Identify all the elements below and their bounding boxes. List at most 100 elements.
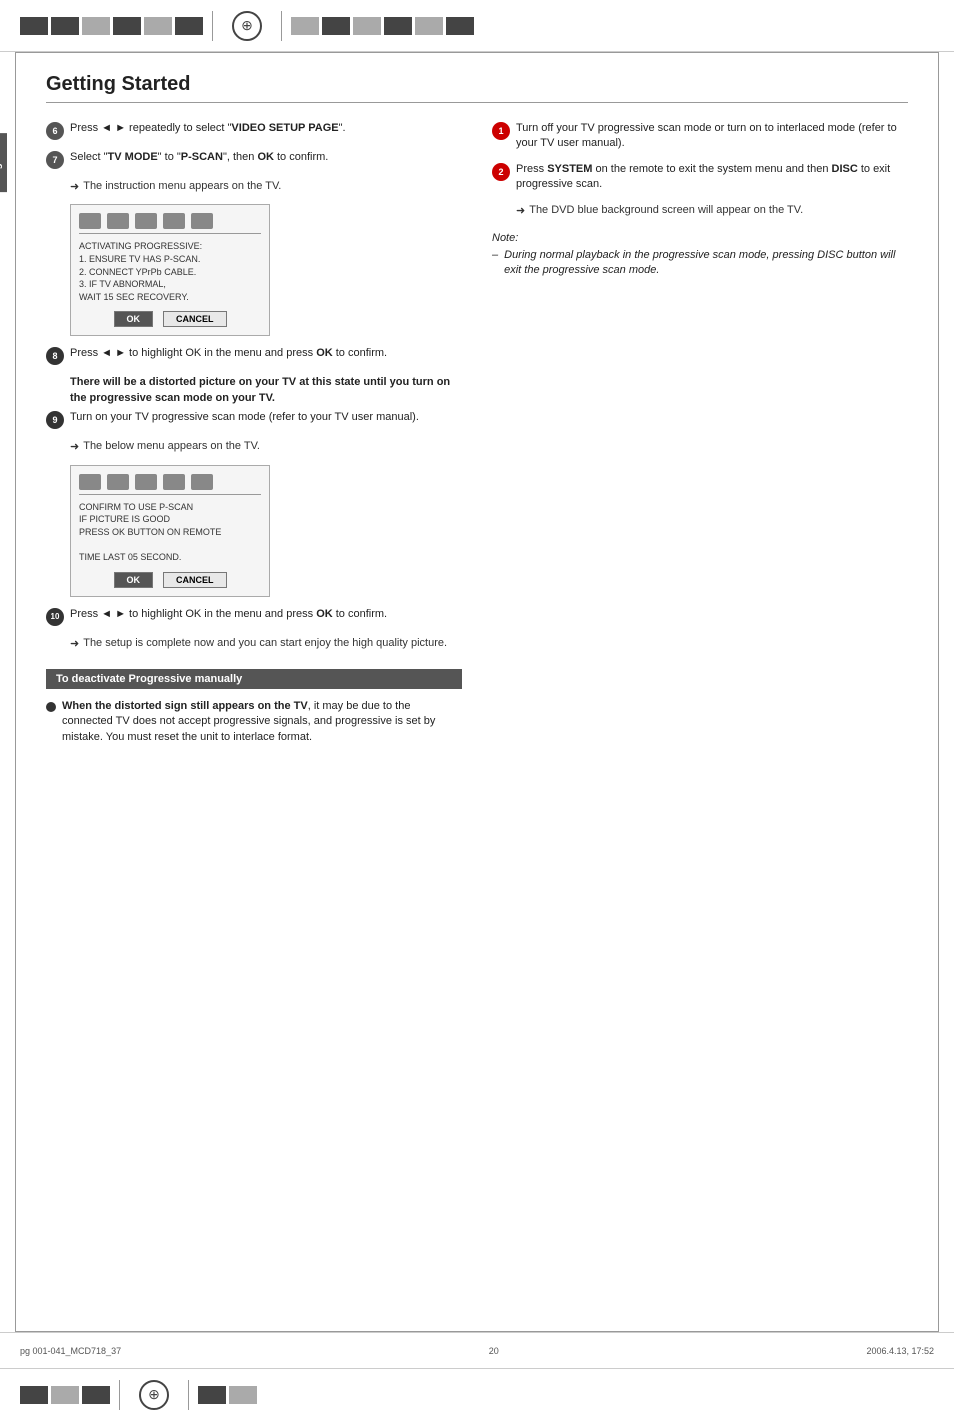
page-content: Getting Started 6 Press ◄ ► repeatedly t… xyxy=(16,53,938,795)
bdivider xyxy=(119,1380,120,1410)
dvd-menu-header-2 xyxy=(79,474,261,495)
right-step-1: 1 Turn off your TV progressive scan mode… xyxy=(492,121,908,152)
dvd-icon-2 xyxy=(107,213,129,229)
bar-seg xyxy=(384,17,412,35)
step-6-text: Press ◄ ► repeatedly to select "VIDEO SE… xyxy=(70,121,462,136)
step-number-6: 6 xyxy=(46,122,64,140)
bottom-bar: pg 001-041_MCD718_37 20 2006.4.13, 17:52 xyxy=(0,1332,954,1368)
right-column: 1 Turn off your TV progressive scan mode… xyxy=(492,121,908,755)
bar-seg xyxy=(322,17,350,35)
deactivate-banner: To deactivate Progressive manually xyxy=(46,669,462,689)
note-dash-text: During normal playback in the progressiv… xyxy=(504,248,908,279)
step-9-text: Turn on your TV progressive scan mode (r… xyxy=(70,410,462,425)
bbar-seg xyxy=(20,1386,48,1404)
arrow-note-2: ➜ The below menu appears on the TV. xyxy=(70,439,462,454)
bar-seg xyxy=(144,17,172,35)
bar-seg xyxy=(113,17,141,35)
dvd-buttons-2: OK CANCEL xyxy=(79,572,261,588)
step-8: 8 Press ◄ ► to highlight OK in the menu … xyxy=(46,346,462,365)
bottom-bar-left: ⊕ xyxy=(20,1380,934,1410)
bar-seg xyxy=(353,17,381,35)
arrow-text-3: The setup is complete now and you can st… xyxy=(83,636,447,651)
bbar-seg xyxy=(198,1386,226,1404)
language-tab: English xyxy=(0,133,7,192)
dvd-menu-text-2: CONFIRM TO USE P-SCAN IF PICTURE IS GOOD… xyxy=(79,501,261,564)
ok-button-2[interactable]: OK xyxy=(114,572,154,588)
bar-seg xyxy=(175,17,203,35)
bbar-seg xyxy=(51,1386,79,1404)
step-number-10: 10 xyxy=(46,608,64,626)
right-step-2-text: Press SYSTEM on the remote to exit the s… xyxy=(516,162,908,193)
right-arrow-text-1: The DVD blue background screen will appe… xyxy=(529,203,803,218)
bullet-circle-1 xyxy=(46,702,56,712)
dvd-menu-2: CONFIRM TO USE P-SCAN IF PICTURE IS GOOD… xyxy=(70,465,270,597)
cancel-button-1[interactable]: CANCEL xyxy=(163,311,227,327)
right-step-number-2: 2 xyxy=(492,163,510,181)
arrow-text-2: The below menu appears on the TV. xyxy=(83,439,260,454)
dvd-buttons-1: OK CANCEL xyxy=(79,311,261,327)
top-bar-left: ⊕ xyxy=(20,11,934,41)
bar-seg xyxy=(446,17,474,35)
arrow-symbol-3: ➜ xyxy=(70,637,79,650)
dvd-icon-m2-3 xyxy=(135,474,157,490)
arrow-text-1: The instruction menu appears on the TV. xyxy=(83,179,281,194)
note-dash-sym: – xyxy=(492,248,498,279)
step-number-9: 9 xyxy=(46,411,64,429)
note-dash-item: – During normal playback in the progress… xyxy=(492,248,908,279)
cancel-button-2[interactable]: CANCEL xyxy=(163,572,227,588)
step-10: 10 Press ◄ ► to highlight OK in the menu… xyxy=(46,607,462,626)
dvd-icon-m2-2 xyxy=(107,474,129,490)
dvd-icon-m2-1 xyxy=(79,474,101,490)
right-step-1-text: Turn off your TV progressive scan mode o… xyxy=(516,121,908,152)
bar-seg xyxy=(82,17,110,35)
step-7-text: Select "TV MODE" to "P-SCAN", then OK to… xyxy=(70,150,462,165)
bar-seg xyxy=(51,17,79,35)
bcompass-icon: ⊕ xyxy=(139,1380,169,1410)
dvd-icon-5 xyxy=(191,213,213,229)
bar-seg xyxy=(415,17,443,35)
page-outer: English Getting Started 6 Press ◄ ► repe… xyxy=(15,52,939,1332)
step-6: 6 Press ◄ ► repeatedly to select "VIDEO … xyxy=(46,121,462,140)
arrow-symbol-2: ➜ xyxy=(70,440,79,453)
bottom-deco-bar: ⊕ xyxy=(0,1368,954,1420)
step-9: 9 Turn on your TV progressive scan mode … xyxy=(46,410,462,429)
left-column: 6 Press ◄ ► repeatedly to select "VIDEO … xyxy=(46,121,462,755)
two-column-layout: 6 Press ◄ ► repeatedly to select "VIDEO … xyxy=(46,121,908,755)
dvd-icon-4 xyxy=(163,213,185,229)
divider xyxy=(212,11,213,41)
bdivider xyxy=(188,1380,189,1410)
dvd-menu-text-1: ACTIVATING PROGRESSIVE: 1. ENSURE TV HAS… xyxy=(79,240,261,303)
warning-text: There will be a distorted picture on you… xyxy=(70,375,462,406)
compass-icon: ⊕ xyxy=(232,11,262,41)
step-7: 7 Select "TV MODE" to "P-SCAN", then OK … xyxy=(46,150,462,169)
right-arrow-note-1: ➜ The DVD blue background screen will ap… xyxy=(516,203,908,218)
ok-button-1[interactable]: OK xyxy=(114,311,154,327)
page-title: Getting Started xyxy=(46,73,908,103)
dvd-menu-1: ACTIVATING PROGRESSIVE: 1. ENSURE TV HAS… xyxy=(70,204,270,336)
right-step-2: 2 Press SYSTEM on the remote to exit the… xyxy=(492,162,908,193)
divider xyxy=(281,11,282,41)
arrow-symbol-1: ➜ xyxy=(70,180,79,193)
bbar-seg xyxy=(82,1386,110,1404)
bbar-seg xyxy=(229,1386,257,1404)
top-bar: ⊕ xyxy=(0,0,954,52)
step-8-text: Press ◄ ► to highlight OK in the menu an… xyxy=(70,346,462,361)
right-step-number-1: 1 xyxy=(492,122,510,140)
dvd-icon-m2-5 xyxy=(191,474,213,490)
arrow-note-3: ➜ The setup is complete now and you can … xyxy=(70,636,462,651)
bar-seg xyxy=(20,17,48,35)
bullet-text-1: When the distorted sign still appears on… xyxy=(62,699,462,745)
bullet-item-1: When the distorted sign still appears on… xyxy=(46,699,462,745)
step-number-8: 8 xyxy=(46,347,64,365)
note-section: Note: – During normal playback in the pr… xyxy=(492,232,908,279)
step-number-7: 7 xyxy=(46,151,64,169)
step-10-text: Press ◄ ► to highlight OK in the menu an… xyxy=(70,607,462,622)
note-title: Note: xyxy=(492,232,908,244)
right-arrow-symbol-1: ➜ xyxy=(516,204,525,217)
dvd-icon-1 xyxy=(79,213,101,229)
dvd-menu-header-1 xyxy=(79,213,261,234)
dvd-icon-m2-4 xyxy=(163,474,185,490)
arrow-note-1: ➜ The instruction menu appears on the TV… xyxy=(70,179,462,194)
dvd-icon-3 xyxy=(135,213,157,229)
bar-seg xyxy=(291,17,319,35)
